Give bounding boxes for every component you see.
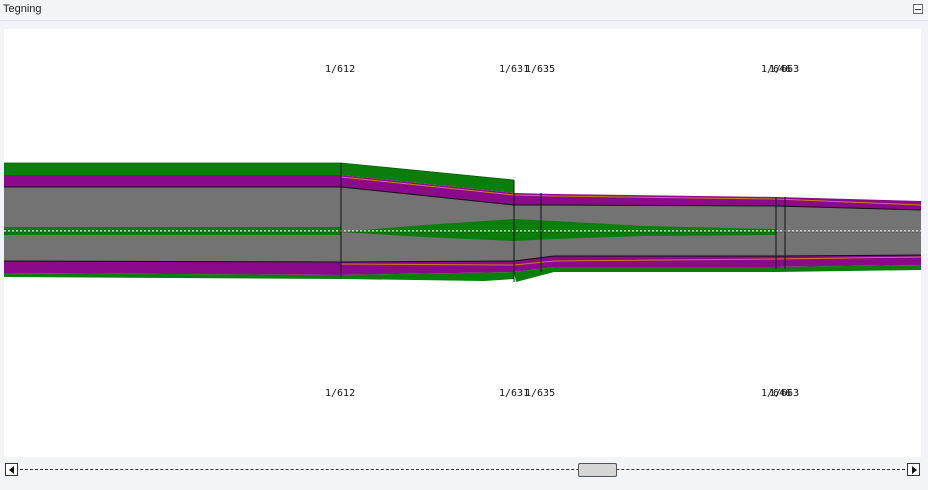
road-shoulder-bottom-2 xyxy=(514,265,921,282)
station-label-bottom: 1/612 xyxy=(325,388,356,399)
scroll-left-icon[interactable] xyxy=(5,463,18,476)
station-label-bottom: 1/663 xyxy=(769,388,800,399)
station-label-bottom: 1/635 xyxy=(525,388,556,399)
scroll-right-icon[interactable] xyxy=(907,463,920,476)
station-label-top: 1/612 xyxy=(325,64,356,75)
panel-title: Tegning xyxy=(3,3,42,15)
scroll-track[interactable] xyxy=(20,469,905,470)
horizontal-scrollbar[interactable] xyxy=(4,462,921,478)
minimize-icon[interactable] xyxy=(913,4,923,14)
scroll-thumb[interactable] xyxy=(578,463,617,477)
drawing-canvas[interactable]: 1/612 1/631 1/635 1/646 1/663 1/612 1/63… xyxy=(4,29,921,457)
panel-header: Tegning xyxy=(0,0,928,21)
station-label-top: 1/663 xyxy=(769,64,800,75)
station-label-top: 1/635 xyxy=(525,64,556,75)
